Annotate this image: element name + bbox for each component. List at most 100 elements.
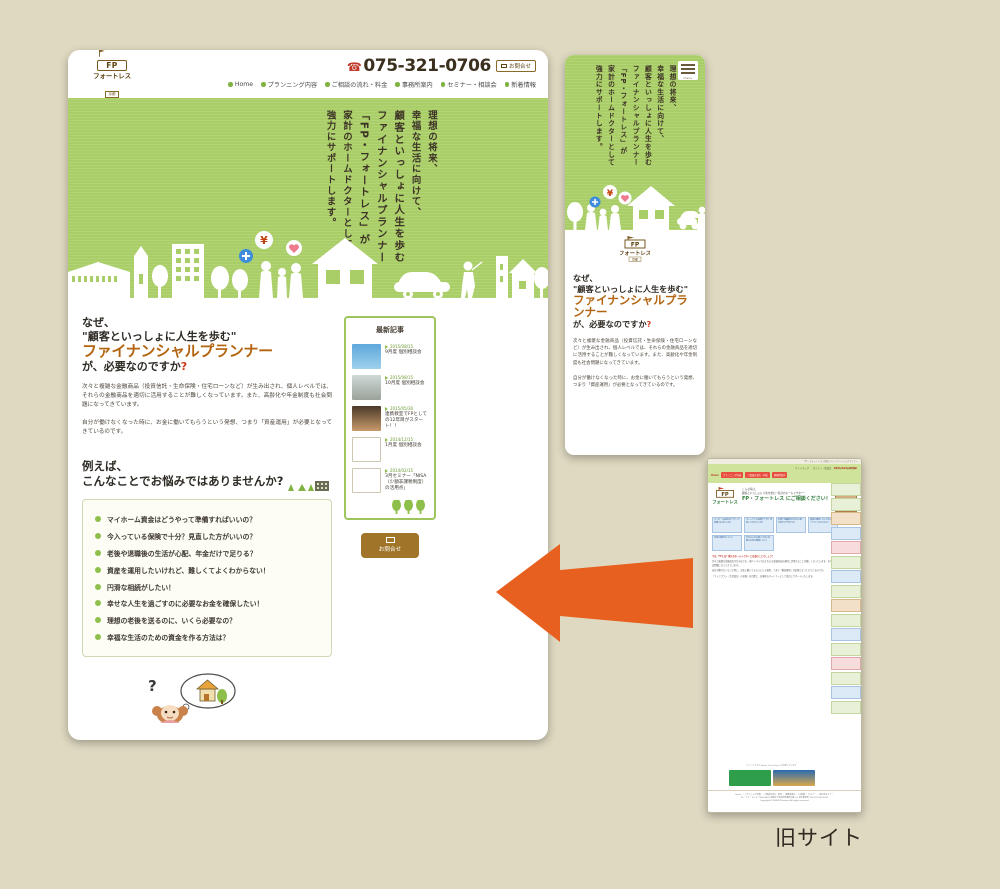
- header-contact-button[interactable]: お問合せ: [495, 60, 536, 72]
- old-nav-flow[interactable]: ご相談の流れ・料金: [745, 472, 770, 478]
- svg-text:¥: ¥: [607, 189, 614, 199]
- rail-box[interactable]: [831, 483, 861, 496]
- screenshot-canvas: FP フォートレス 京都 ☎ 075-321-0706 お問合せ Home プラン…: [0, 0, 1000, 889]
- sidebar-contact-button[interactable]: お問合せ: [361, 533, 419, 558]
- mobile-content: FP フォートレス 京都 なぜ、 "顧客といっしょに人生を歩む" ファイナンシャ…: [565, 230, 705, 389]
- main-column: なぜ、 "顧客といっしょに人生を歩む" ファイナンシャルプランナー が、必要なの…: [82, 316, 332, 727]
- mobile-logo[interactable]: FP フォートレス 京都: [573, 236, 697, 268]
- old-site-logo[interactable]: FP フォートレス: [712, 487, 738, 511]
- rail-box[interactable]: [831, 584, 861, 598]
- rail-box[interactable]: [831, 512, 861, 525]
- article-item[interactable]: 2015/08/15 10月度 個別相談会: [352, 372, 428, 403]
- rail-box[interactable]: [831, 541, 861, 554]
- old-tile[interactable]: 老後や退職後の生活が心配、年金だけで足りる？: [776, 517, 806, 533]
- old-tile[interactable]: 幸せな人生を過ごすのに必要なお金を確保したい！: [744, 535, 774, 551]
- rail-box[interactable]: [831, 671, 861, 685]
- hamburger-icon: [681, 64, 695, 66]
- bullet-icon: [95, 566, 101, 573]
- speech-bubble-heart: [286, 240, 302, 256]
- svg-text:FP: FP: [631, 242, 640, 249]
- nav-item-flow-fee[interactable]: ご相談の流れ・料金: [325, 80, 387, 89]
- telephone-number: 075-321-0706: [363, 56, 491, 76]
- bullet-icon: [325, 82, 330, 87]
- phone-icon: ☎: [346, 60, 362, 74]
- nav-item-news[interactable]: 新着情報: [504, 80, 536, 89]
- old-tile[interactable]: マイホーム資金はどうやって準備すればいいの？: [712, 517, 742, 533]
- svg-text:?: ?: [148, 677, 157, 695]
- rail-box[interactable]: [831, 686, 861, 699]
- mobile-title-line-4: が、必要なのですか: [573, 319, 647, 329]
- hamburger-menu-button[interactable]: menu: [678, 61, 698, 80]
- rail-box[interactable]: [831, 700, 861, 714]
- svg-text:京都: 京都: [632, 256, 638, 261]
- flash-player-note: クリックすると Adobe Flash Player が必要になります: [746, 765, 797, 767]
- mobile-hero-line-5: 「FP・フォートレス」が: [618, 65, 627, 155]
- nav-item-home[interactable]: Home: [228, 80, 253, 89]
- bullet-icon: [95, 600, 101, 607]
- rail-box[interactable]: [831, 497, 861, 511]
- old-nav-office[interactable]: 事務所案内: [771, 472, 788, 478]
- mobile-town-silhouette-illustration: ¥: [567, 185, 705, 230]
- rail-box[interactable]: [831, 570, 861, 583]
- article-item[interactable]: 2015/05/30 連携教室でFPとしての12年目がスタート！！: [352, 403, 428, 434]
- mobile-hero-banner: menu 理想の将来、 幸福な生活に向けて、 顧客といっしょに人生を歩む ファイ…: [565, 55, 705, 230]
- article-item[interactable]: 2015/08/15 9月度 個別相談会: [352, 341, 428, 372]
- old-tile[interactable]: 今入っている保険で十分？見直した方がいいの？: [744, 517, 774, 533]
- nav-item-planning[interactable]: プランニング内容: [261, 80, 317, 89]
- rail-box[interactable]: [831, 555, 861, 569]
- rail-box[interactable]: [831, 628, 861, 641]
- banner-green[interactable]: [728, 770, 771, 786]
- bullet-icon: [95, 633, 101, 640]
- article-date: 2015/08/15: [385, 344, 428, 349]
- article-thumbnail: [352, 437, 381, 462]
- nav-item-seminar[interactable]: セミナー・相談会: [440, 80, 497, 89]
- old-nav-sitemap[interactable]: サイトマップ: [795, 466, 809, 470]
- svg-text:フォートレス: フォートレス: [620, 250, 650, 257]
- mobile-hero-line-7: 強力にサポートします。: [594, 65, 603, 151]
- logo-flag-icon: FP フォートレス 京都: [619, 236, 651, 262]
- hero-banner: 理想の将来、 幸福な生活に向けて、 顧客といっしょに人生を歩む ファイナンシャル…: [68, 98, 548, 298]
- old-site-caption: 旧サイト: [775, 826, 863, 850]
- old-claim-line-3: FP・フォートレス にご相談ください！: [742, 496, 831, 502]
- worry-text: 円滑な相続がしたい！: [107, 583, 175, 592]
- article-item[interactable]: 2014/02/15 3月セミナー「NISA（少額非課税制度）の活用点」: [352, 465, 428, 496]
- town-deco-icon: [288, 481, 329, 491]
- article-date: 2014/12/15: [385, 437, 428, 442]
- rail-box[interactable]: [831, 613, 861, 627]
- worries-list-box: マイホーム資金はどうやって準備すればいいの？ 今入っている保険で十分？見直した方…: [82, 499, 332, 658]
- title-question-mark: ?: [180, 360, 188, 373]
- nav-item-office[interactable]: 事務所案内: [395, 80, 433, 89]
- article-title: 連携教室でFPとしての12年目がスタート！！: [385, 412, 428, 429]
- mobile-hero-line-3: 顧客といっしょに人生を歩む: [643, 65, 652, 167]
- site-logo[interactable]: FP フォートレス 京都: [86, 50, 138, 98]
- bullet-icon: [95, 549, 101, 556]
- list-item: 幸福な生活のための資金を作る方法は？: [95, 628, 319, 645]
- worry-text: 幸せな人生を過ごすのに必要なお金を確保したい！: [107, 600, 264, 609]
- page-content: なぜ、 "顧客といっしょに人生を歩む" ファイナンシャルプランナー が、必要なの…: [68, 298, 548, 727]
- flag-icon: [99, 50, 105, 57]
- tree-icon: [404, 500, 413, 514]
- old-nav-home[interactable]: Home: [711, 474, 719, 477]
- svg-text:¥: ¥: [260, 234, 268, 247]
- article-item[interactable]: 2014/12/15 1月度 個別相談会: [352, 434, 428, 465]
- old-tile[interactable]: 円滑な相続がしたい！: [712, 535, 742, 551]
- mobile-hero-line-4: ファイナンシャルプランナー: [631, 65, 640, 167]
- tree-icon: [392, 500, 401, 514]
- old-site-footer: Home ｜ プランニング内容 ｜ ご相談の流れ・料金 ｜ 事務所案内 ｜ FP…: [708, 790, 861, 812]
- rail-box[interactable]: [831, 526, 861, 540]
- rail-box[interactable]: [831, 657, 861, 670]
- nav-label: セミナー・相談会: [447, 82, 497, 89]
- svg-text:フォートレス: フォートレス: [712, 499, 738, 505]
- mobile-title-line-1: なぜ、: [573, 273, 598, 283]
- mobile-paragraph-2: 自分が働けなくなった時に、お金に働いてもらうという発想、つまり「資産運用」が必要…: [573, 375, 697, 389]
- old-site-mockup: FP・フォートレス 京都のファイナンシャルプランナー 075-321-0706 …: [707, 458, 862, 813]
- old-nav-planning[interactable]: プランニング内容: [720, 472, 744, 478]
- worry-text: 資産を運用したいけれど、難しくてよくわからない！: [107, 566, 270, 575]
- list-item: 円滑な相続がしたい！: [95, 578, 319, 595]
- banner-blue[interactable]: [772, 770, 815, 786]
- latest-articles-box: 最新記事 2015/08/15 9月度 個別相談会 2015/08/15 10月…: [344, 316, 436, 520]
- rail-box[interactable]: [831, 642, 861, 656]
- article-title: 1月度 個別相談会: [385, 443, 422, 448]
- old-nav-seminar[interactable]: セミナー・相談会: [813, 466, 831, 470]
- rail-box[interactable]: [831, 599, 861, 612]
